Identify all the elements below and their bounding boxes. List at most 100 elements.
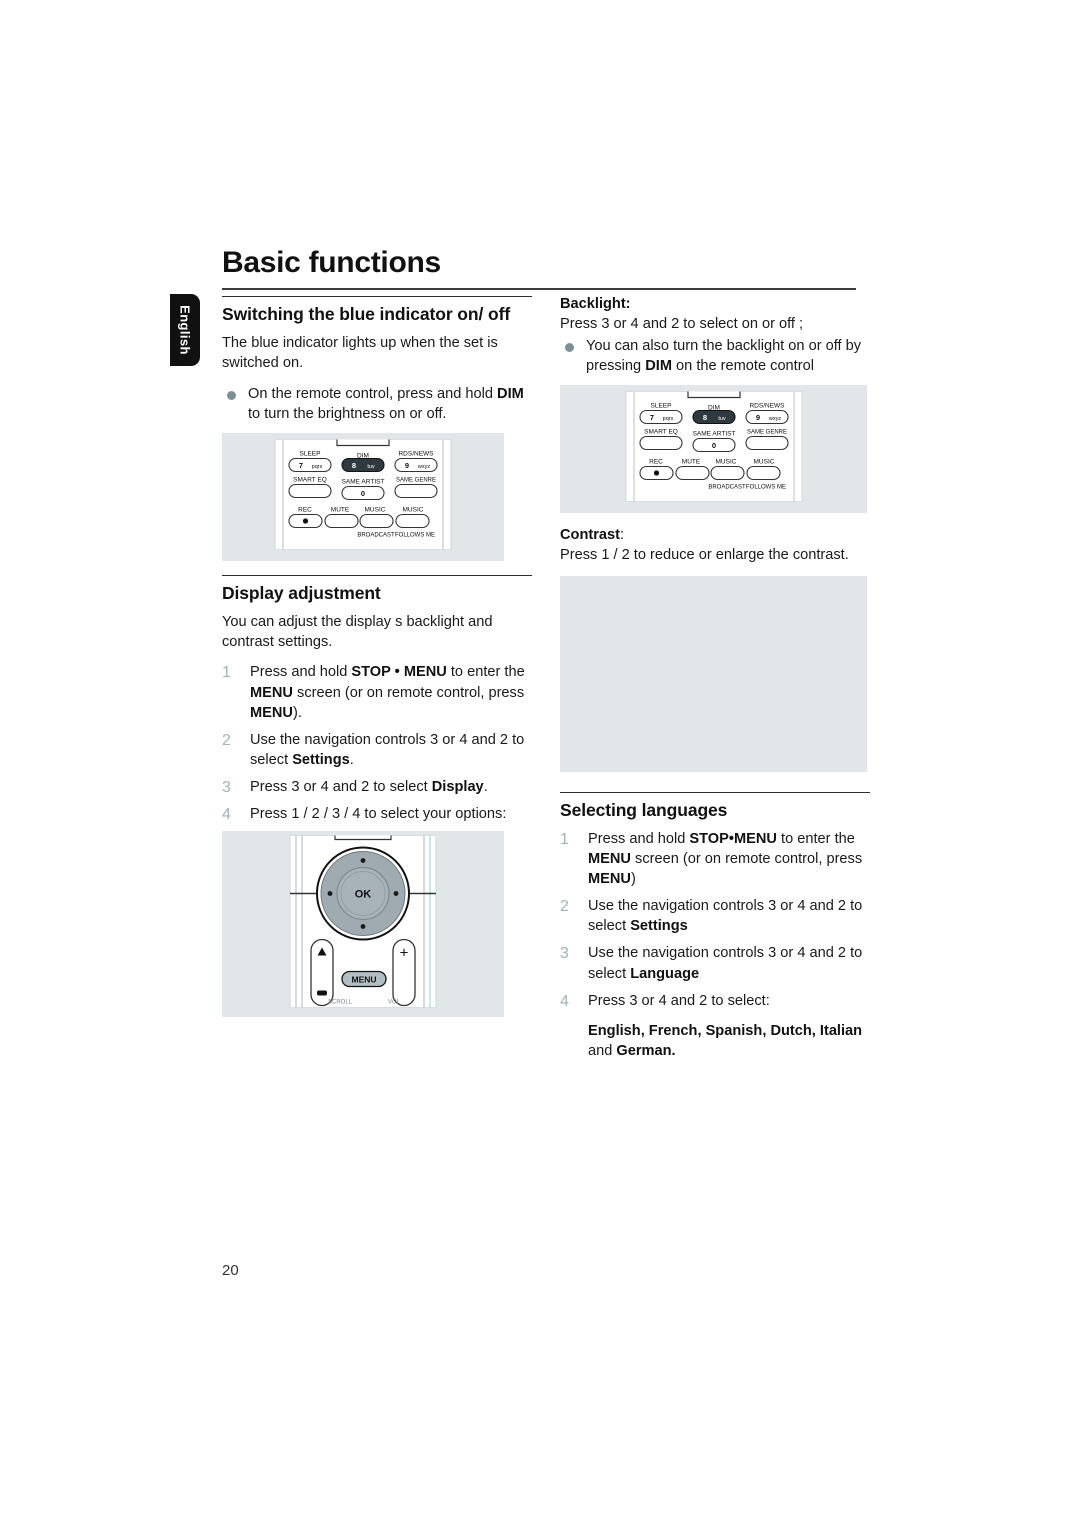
figure-remote-keypad-left: SLEEP DIM RDS/NEWS 7 pqrs 8 tuv 9 wxyz S… bbox=[222, 430, 504, 561]
plain-text: or bbox=[438, 731, 460, 748]
step-text: Press 3 or 4 and 2 to select: bbox=[588, 993, 770, 1009]
svg-text:VOL: VOL bbox=[388, 1000, 401, 1006]
svg-text:OK: OK bbox=[355, 889, 372, 901]
section-divider bbox=[560, 791, 870, 793]
plain-text: 3 bbox=[430, 731, 439, 748]
plain-text: Use the navigation controls bbox=[250, 731, 431, 748]
plain-text: 4 bbox=[658, 992, 667, 1009]
plain-text: 3 bbox=[768, 898, 777, 915]
plain-text: to enter the bbox=[446, 664, 525, 681]
step-text: Use the navigation controls 3 or 4 and 2… bbox=[250, 732, 524, 768]
numbered-step: 2 Use the navigation controls 3 or 4 and… bbox=[560, 896, 870, 936]
section-intro-text: You can adjust the display s backlight a… bbox=[222, 614, 493, 651]
step-number: 2 bbox=[222, 731, 231, 749]
section-intro-text: The blue indicator lights up when the se… bbox=[222, 335, 498, 372]
step-text: Press and hold STOP • MENU to enter the … bbox=[250, 664, 525, 720]
svg-text:RDS/NEWS: RDS/NEWS bbox=[749, 403, 785, 410]
emphasis-text: MENU bbox=[250, 704, 293, 721]
svg-text:SMART EQ: SMART EQ bbox=[644, 429, 678, 436]
step-number: 3 bbox=[222, 779, 231, 797]
contrast-label: Contrast bbox=[560, 527, 620, 544]
plain-text: . bbox=[349, 751, 354, 768]
svg-text:+: + bbox=[400, 945, 409, 962]
bullet-text-post: on the remote control bbox=[671, 358, 814, 375]
contrast-colon: : bbox=[620, 527, 625, 544]
plain-text: Press bbox=[588, 992, 630, 1009]
svg-text:MUTE: MUTE bbox=[681, 459, 700, 466]
svg-text:pqrs: pqrs bbox=[662, 416, 673, 422]
section-switching-blue-indicator: Switching the blue indicator on/ off The… bbox=[222, 296, 532, 561]
section-display-adjustment: Display adjustment You can adjust the di… bbox=[222, 574, 532, 1018]
svg-text:RDS/NEWS: RDS/NEWS bbox=[398, 450, 434, 457]
svg-text:9: 9 bbox=[405, 461, 409, 470]
left-column: Switching the blue indicator on/ off The… bbox=[222, 296, 532, 1031]
svg-text:SAME ARTIST: SAME ARTIST bbox=[692, 431, 735, 438]
plain-text: 2 bbox=[837, 898, 847, 915]
svg-text:SAME ARTIST: SAME ARTIST bbox=[342, 478, 385, 485]
plain-text: and bbox=[328, 779, 362, 796]
languages-tail-bold: German. bbox=[616, 1042, 676, 1059]
numbered-step: 1 Press and hold STOP • MENU to enter th… bbox=[222, 662, 532, 722]
bullet-text-post: to turn the brightness on or off. bbox=[248, 405, 447, 422]
svg-text:SCROLL: SCROLL bbox=[328, 1000, 353, 1006]
section-heading: Switching the blue indicator on/ off bbox=[222, 304, 511, 324]
svg-text:SAME GENRE: SAME GENRE bbox=[396, 477, 436, 483]
step-number: 4 bbox=[222, 806, 231, 824]
plain-text: screen (or on remote control, press bbox=[292, 684, 525, 701]
plain-text: 3 bbox=[768, 945, 777, 962]
svg-text:wxyz: wxyz bbox=[767, 416, 780, 422]
step-number: 3 bbox=[560, 945, 569, 963]
plain-text: / bbox=[299, 806, 312, 823]
svg-text:9: 9 bbox=[755, 413, 759, 422]
svg-text:REC: REC bbox=[649, 459, 663, 466]
bullet-dot-icon bbox=[565, 343, 574, 353]
section-heading: Display adjustment bbox=[222, 582, 381, 603]
emphasis-text: MENU bbox=[250, 684, 293, 701]
svg-text:7: 7 bbox=[649, 413, 653, 422]
plain-text: Press bbox=[250, 779, 292, 796]
svg-text:REC: REC bbox=[298, 506, 312, 513]
subsection-heading: Contrast: bbox=[560, 527, 870, 543]
plain-text: 2 bbox=[837, 945, 847, 962]
svg-text:0: 0 bbox=[361, 489, 365, 498]
plain-text: Use the navigation controls bbox=[588, 945, 769, 962]
nav-pad-graphic: OK + MENU SCROLL VOL bbox=[268, 825, 458, 1013]
step-number: 1 bbox=[560, 830, 569, 848]
svg-text:8: 8 bbox=[352, 461, 356, 470]
svg-text:7: 7 bbox=[299, 461, 303, 470]
plain-text: to select: bbox=[707, 992, 770, 1009]
step-number: 2 bbox=[560, 898, 569, 916]
contrast-instruction: Press 1 / 2 to reduce or enlarge the con… bbox=[560, 547, 849, 564]
plain-text: / bbox=[319, 806, 332, 823]
remote-keypad-svg: SLEEP DIM RDS/NEWS 7 pqrs 8 tuv 9 wxyz S… bbox=[625, 383, 802, 503]
step-text: Press and hold STOP•MENU to enter the ME… bbox=[588, 831, 862, 887]
svg-text:FOLLOWS ME: FOLLOWS ME bbox=[395, 532, 435, 538]
plain-text: 2 bbox=[499, 731, 509, 748]
bullet-item: On the remote control, press and hold DI… bbox=[222, 384, 532, 424]
step-number: 1 bbox=[222, 664, 231, 682]
svg-text:BROADCAST: BROADCAST bbox=[708, 485, 746, 491]
plain-text: ). bbox=[292, 704, 302, 721]
remote-keypad-graphic: SLEEP DIM RDS/NEWS 7 pqrs 8 tuv 9 wxyz S… bbox=[263, 430, 463, 554]
plain-text: / bbox=[340, 806, 353, 823]
svg-text:tuv: tuv bbox=[718, 416, 726, 422]
plain-text: . bbox=[483, 779, 488, 796]
document-page: Basic functions English Switching the bl… bbox=[0, 0, 1080, 1528]
svg-text:MENU: MENU bbox=[351, 975, 376, 985]
step-text: Press 1 / 2 / 3 / 4 to select your optio… bbox=[250, 806, 506, 822]
emphasis-text: MENU bbox=[588, 871, 631, 888]
right-column: Backlight: Press 3 or 4 and 2 to select … bbox=[560, 296, 870, 1068]
plain-text: 3 bbox=[331, 806, 341, 823]
bullet-text-bold: DIM bbox=[497, 385, 524, 402]
svg-text:pqrs: pqrs bbox=[312, 464, 323, 470]
step-number: 4 bbox=[560, 992, 569, 1010]
emphasis-text: Display bbox=[431, 779, 484, 796]
emphasis-text: Settings bbox=[630, 918, 688, 935]
plain-text: to enter the bbox=[776, 830, 855, 847]
numbered-step: 1 Press and hold STOP•MENU to enter the … bbox=[560, 829, 870, 889]
plain-text: to select your options: bbox=[360, 806, 507, 823]
plain-text: ) bbox=[630, 871, 636, 888]
svg-text:FOLLOWS ME: FOLLOWS ME bbox=[745, 485, 785, 491]
languages-list: English, French, Spanish, Dutch, Italian… bbox=[560, 1021, 870, 1061]
plain-text: or bbox=[776, 898, 798, 915]
